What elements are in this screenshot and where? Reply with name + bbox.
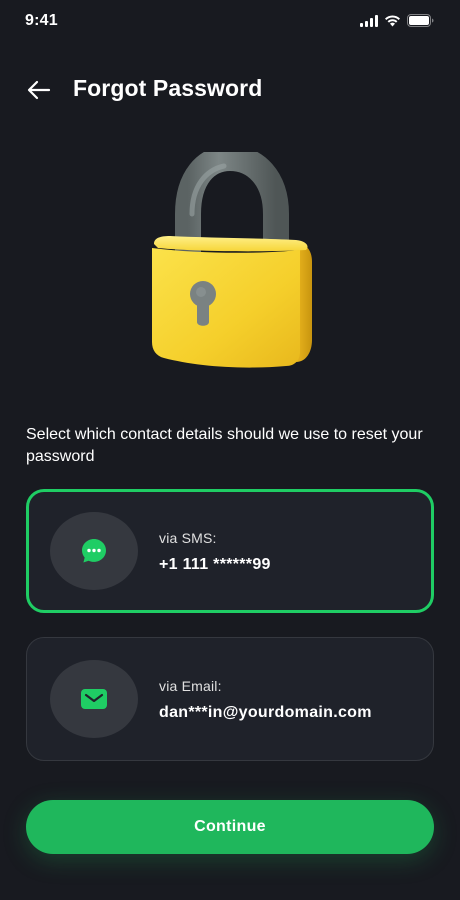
battery-icon [407, 14, 434, 27]
phone-number-value: +1 111 ******99 [159, 556, 271, 573]
contact-option-sms[interactable]: via SMS: +1 111 ******99 [26, 489, 434, 613]
status-time: 9:41 [25, 12, 58, 29]
signal-icon [360, 14, 378, 27]
mail-icon [81, 689, 107, 709]
padlock-illustration [140, 144, 320, 374]
header: Forgot Password [0, 70, 460, 110]
chat-bubble-icon [82, 539, 106, 563]
contact-option-email[interactable]: via Email: dan***in@yourdomain.com [26, 637, 434, 761]
page-title: Forgot Password [73, 75, 263, 101]
wifi-icon [385, 14, 400, 26]
option-label: via Email: [159, 678, 222, 694]
option-icon-container [50, 512, 138, 590]
email-value: dan***in@yourdomain.com [159, 704, 372, 721]
back-button[interactable] [24, 76, 54, 104]
option-icon-container [50, 660, 138, 738]
instruction-text: Select which contact details should we u… [26, 426, 423, 465]
status-icons [360, 14, 434, 27]
status-bar: 9:41 [0, 0, 460, 44]
continue-button[interactable]: Continue [26, 800, 434, 854]
padlock-icon [152, 144, 312, 368]
arrow-left-icon [27, 80, 51, 100]
option-label: via SMS: [159, 530, 217, 546]
